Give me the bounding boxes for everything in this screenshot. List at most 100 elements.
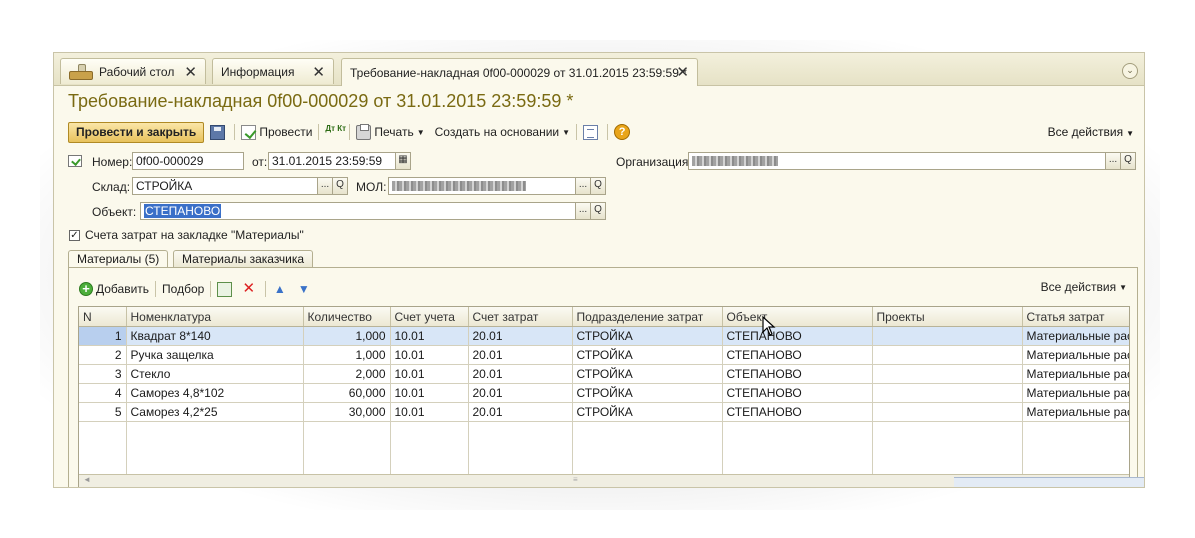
calendar-icon[interactable]: ▦: [395, 152, 411, 170]
table-cell[interactable]: 20.01: [468, 383, 573, 403]
table-cell[interactable]: 20.01: [468, 326, 573, 346]
table-cell[interactable]: 10.01: [390, 364, 469, 384]
table-cell[interactable]: 5: [79, 402, 127, 422]
table-cell[interactable]: Саморез 4,8*102: [126, 383, 304, 403]
cost-accounts-checkbox[interactable]: ✓: [69, 230, 80, 241]
table-cell[interactable]: [872, 383, 1023, 403]
table-cell[interactable]: [872, 326, 1023, 346]
table-cell[interactable]: СТРОЙКА: [572, 402, 723, 422]
scroll-thumb-icon[interactable]: ≡: [573, 475, 578, 484]
delete-icon[interactable]: ✕: [241, 281, 256, 297]
post-and-close-button[interactable]: Провести и закрыть: [68, 121, 205, 143]
table-cell[interactable]: Стекло: [126, 364, 304, 384]
column-header[interactable]: N: [79, 307, 127, 327]
table-cell[interactable]: СТРОЙКА: [572, 364, 723, 384]
table-cell[interactable]: 1: [79, 326, 127, 346]
object-lookup-button[interactable]: ...: [575, 202, 591, 220]
table-cell[interactable]: 10.01: [390, 345, 469, 365]
table-cell[interactable]: СТЕПАНОВО: [722, 326, 873, 346]
search-icon[interactable]: Q: [590, 177, 606, 195]
table-cell[interactable]: Материальные расх: [1022, 326, 1129, 346]
add-row-button[interactable]: + Добавить: [79, 282, 149, 296]
table-cell[interactable]: 10.01: [390, 402, 469, 422]
organization-lookup-button[interactable]: ...: [1105, 152, 1121, 170]
table-cell[interactable]: 4: [79, 383, 127, 403]
table-cell[interactable]: 20.01: [468, 345, 573, 365]
table-cell[interactable]: 2: [79, 345, 127, 365]
table-cell[interactable]: Материальные расх: [1022, 383, 1129, 403]
table-cell[interactable]: СТЕПАНОВО: [722, 345, 873, 365]
organization-field[interactable]: [688, 152, 1106, 170]
table-row[interactable]: 1 Квадрат 8*140 1,000 10.01 20.01 СТРОЙКА СТЕП…: [79, 326, 1129, 346]
tab-info[interactable]: Информация ✕: [212, 58, 334, 84]
column-header[interactable]: Объект: [722, 307, 873, 327]
table-row[interactable]: 5 Саморез 4,2*25 30,000 10.01 20.01 СТРОЙКА СТ…: [79, 402, 1129, 422]
table-cell[interactable]: [872, 402, 1023, 422]
table-cell[interactable]: 10.01: [390, 383, 469, 403]
object-field[interactable]: СТЕПАНОВО: [140, 202, 576, 220]
tab-desktop[interactable]: Рабочий стол ✕: [60, 58, 206, 84]
close-icon[interactable]: ✕: [676, 63, 689, 81]
table-cell[interactable]: 1,000: [303, 345, 391, 365]
table-cell[interactable]: СТРОЙКА: [572, 345, 723, 365]
table-all-actions-menu[interactable]: Все действия ▼: [1041, 280, 1127, 294]
column-header[interactable]: Подразделение затрат: [572, 307, 723, 327]
table-cell[interactable]: 1,000: [303, 326, 391, 346]
table-cell[interactable]: 20.01: [468, 364, 573, 384]
column-header[interactable]: Номенклатура: [126, 307, 304, 327]
search-icon[interactable]: Q: [332, 177, 348, 195]
scroll-left-icon[interactable]: ◄: [83, 475, 91, 484]
post-button[interactable]: Провести: [241, 124, 312, 140]
column-header[interactable]: Статья затрат: [1022, 307, 1129, 327]
create-based-on-button[interactable]: Создать на основании ▼: [435, 125, 570, 139]
table-cell[interactable]: [872, 364, 1023, 384]
table-cell[interactable]: СТЕПАНОВО: [722, 383, 873, 403]
table-cell[interactable]: 10.01: [390, 326, 469, 346]
table-cell[interactable]: 3: [79, 364, 127, 384]
pick-button[interactable]: Подбор: [162, 282, 204, 296]
search-icon[interactable]: Q: [590, 202, 606, 220]
table-row[interactable]: 3 Стекло 2,000 10.01 20.01 СТРОЙКА СТЕПАНОВО Ма…: [79, 364, 1129, 384]
table-cell[interactable]: 30,000: [303, 402, 391, 422]
move-down-icon[interactable]: ▼: [296, 282, 311, 297]
column-header[interactable]: Счет затрат: [468, 307, 573, 327]
column-header[interactable]: Проекты: [872, 307, 1023, 327]
dt-kt-button[interactable]: Дт Кт: [325, 124, 346, 140]
tab-requisition[interactable]: Требование-накладная 0f00-000029 от 31.0…: [341, 58, 698, 86]
table-cell[interactable]: Квадрат 8*140: [126, 326, 304, 346]
column-header[interactable]: Количество: [303, 307, 391, 327]
table-cell[interactable]: Материальные расх: [1022, 364, 1129, 384]
table-cell[interactable]: СТЕПАНОВО: [722, 402, 873, 422]
mol-lookup-button[interactable]: ...: [575, 177, 591, 195]
table-cell[interactable]: СТРОЙКА: [572, 383, 723, 403]
chevron-down-icon[interactable]: ⌄: [1122, 63, 1138, 79]
table-row[interactable]: 2 Ручка защелка 1,000 10.01 20.01 СТРОЙКА СТЕП…: [79, 345, 1129, 365]
table-row[interactable]: 4 Саморез 4,8*102 60,000 10.01 20.01 СТРОЙКА С…: [79, 383, 1129, 403]
all-actions-menu[interactable]: Все действия ▼: [1048, 125, 1134, 139]
table-cell[interactable]: Материальные расх: [1022, 345, 1129, 365]
table-cell[interactable]: 60,000: [303, 383, 391, 403]
copy-row-icon[interactable]: [217, 281, 233, 297]
warehouse-lookup-button[interactable]: ...: [317, 177, 333, 195]
move-up-icon[interactable]: ▲: [272, 282, 287, 297]
table-cell[interactable]: 2,000: [303, 364, 391, 384]
search-icon[interactable]: Q: [1120, 152, 1136, 170]
table-cell[interactable]: Материальные расх: [1022, 402, 1129, 422]
column-header[interactable]: Счет учета: [390, 307, 469, 327]
table-cell[interactable]: 20.01: [468, 402, 573, 422]
structure-button[interactable]: [583, 124, 601, 140]
save-icon[interactable]: [210, 124, 226, 140]
date-field[interactable]: 31.01.2015 23:59:59: [268, 152, 396, 170]
print-button[interactable]: Печать ▼: [356, 123, 425, 140]
table-cell[interactable]: Ручка защелка: [126, 345, 304, 365]
close-icon[interactable]: ✕: [184, 63, 197, 81]
table-cell[interactable]: [872, 345, 1023, 365]
help-button[interactable]: ?: [614, 124, 633, 140]
close-icon[interactable]: ✕: [312, 63, 325, 81]
table-cell[interactable]: СТЕПАНОВО: [722, 364, 873, 384]
warehouse-field[interactable]: СТРОЙКА: [132, 177, 318, 195]
table-cell[interactable]: СТРОЙКА: [572, 326, 723, 346]
table-cell[interactable]: Саморез 4,2*25: [126, 402, 304, 422]
number-field[interactable]: 0f00-000029: [132, 152, 244, 170]
mol-field[interactable]: [388, 177, 576, 195]
